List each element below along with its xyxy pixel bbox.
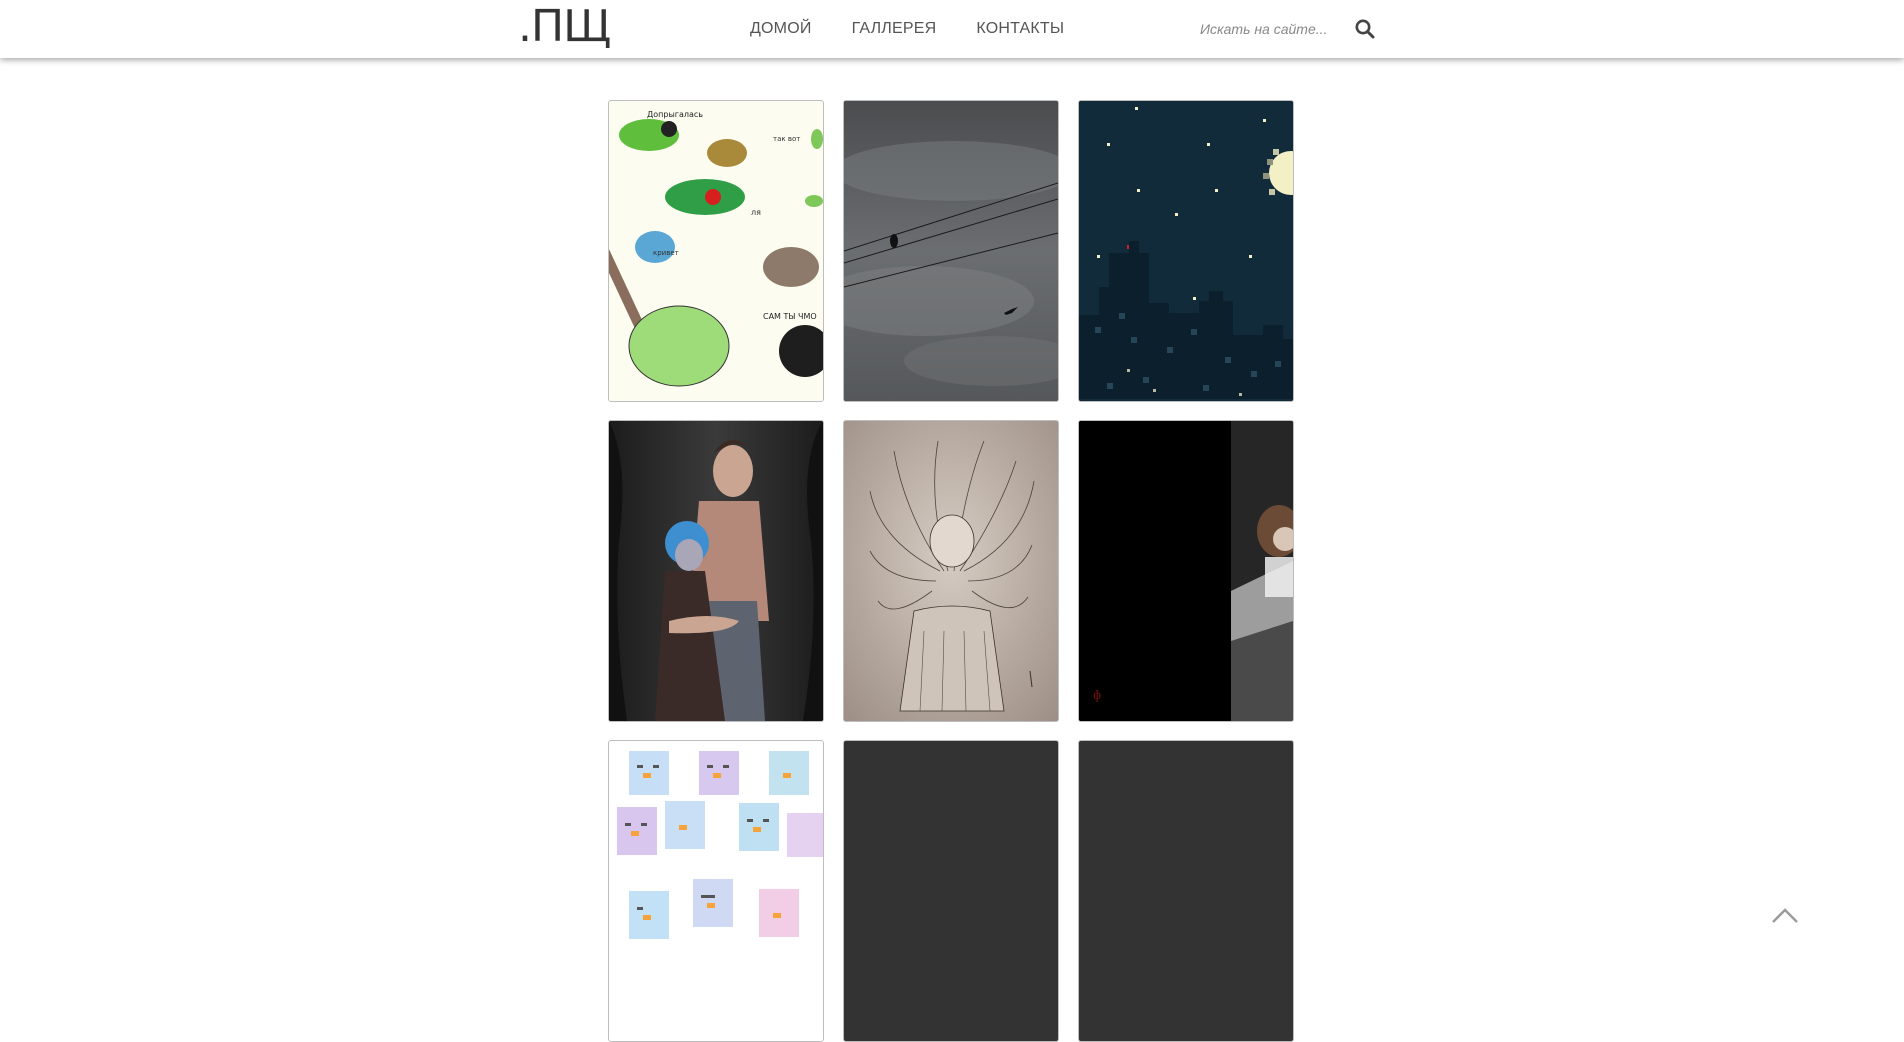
girl-artwork [844,421,1058,721]
gallery-item-dark-figure[interactable]: ɸ [1078,420,1294,722]
penguins-artwork [609,741,823,1041]
nav-contacts[interactable]: КОНТАКТЫ [976,20,1064,38]
gallery-item-girl-ink-drawing[interactable] [843,420,1059,722]
frogs-caption-1: Допрыгалась [647,110,703,119]
site-logo[interactable]: .ПЩ [518,2,611,52]
birds-artwork [844,101,1058,401]
gallery-item-placeholder-1[interactable] [843,740,1059,1042]
nav-home[interactable]: ДОМОЙ [750,20,812,38]
main-nav: ДОМОЙ ГАЛЛЕРЕЯ КОНТАКТЫ [750,20,1104,38]
dark-figure-artwork: ɸ [1079,421,1293,721]
frogs-caption-4: кривет [653,249,679,257]
hug-artwork [609,421,823,721]
gallery-item-placeholder-2[interactable] [1078,740,1294,1042]
search-box [1200,16,1380,42]
site-header: .ПЩ ДОМОЙ ГАЛЛЕРЕЯ КОНТАКТЫ [0,0,1904,58]
gallery-item-frogs[interactable]: Допрыгалась так вот ля кривет САМ ТЫ ЧМО [608,100,824,402]
search-input[interactable] [1200,21,1340,37]
search-icon[interactable] [1354,18,1376,40]
gallery-item-birds-on-wires[interactable] [843,100,1059,402]
night-city-artwork [1079,101,1293,401]
nav-gallery[interactable]: ГАЛЛЕРЕЯ [852,20,937,38]
gallery-item-hugging-figures[interactable] [608,420,824,722]
gallery-item-pixel-penguins[interactable] [608,740,824,1042]
gallery-item-pixel-night-city[interactable] [1078,100,1294,402]
chevron-up-icon[interactable] [1770,904,1800,926]
frogs-artwork: Допрыгалась так вот ля кривет САМ ТЫ ЧМО [609,101,823,401]
svg-text:ɸ: ɸ [1093,688,1101,702]
frogs-caption-5: САМ ТЫ ЧМО [763,312,817,321]
frogs-caption-3: ля [751,208,761,217]
frogs-caption-2: так вот [773,135,800,143]
